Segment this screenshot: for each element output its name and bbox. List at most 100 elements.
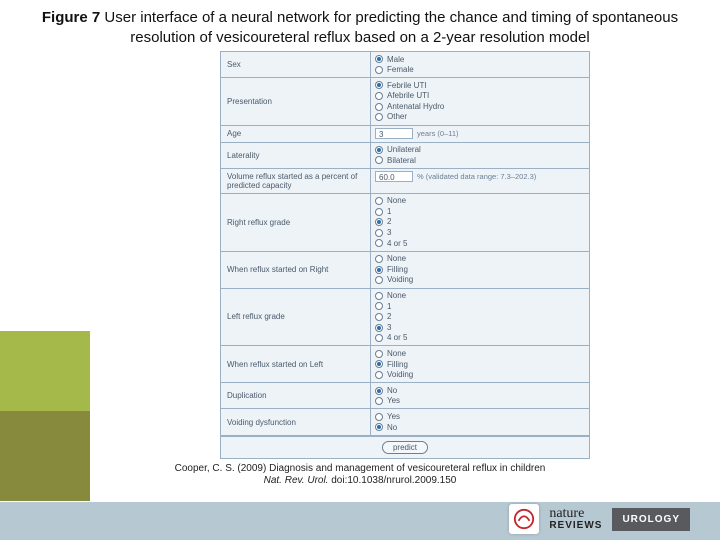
radio-option[interactable]: 4 or 5 — [375, 333, 585, 344]
radio-label: 2 — [387, 217, 391, 227]
radio-option[interactable]: 4 or 5 — [375, 238, 585, 249]
predict-button[interactable]: predict — [382, 441, 428, 454]
radio-icon[interactable] — [375, 292, 383, 300]
radio-option[interactable]: None — [375, 291, 585, 302]
form-row: Volume reflux started as a percent of pr… — [221, 169, 589, 194]
radio-option[interactable]: 1 — [375, 301, 585, 312]
radio-option[interactable]: 3 — [375, 322, 585, 333]
form-row: Age3 years (0–11) — [221, 126, 589, 143]
form-options: NoneFillingVoiding — [371, 252, 589, 288]
radio-icon[interactable] — [375, 255, 383, 263]
predict-row: predict — [221, 436, 589, 458]
form-label: Duplication — [221, 383, 371, 408]
radio-option[interactable]: None — [375, 196, 585, 207]
radio-option[interactable]: Bilateral — [375, 155, 585, 166]
radio-icon[interactable] — [375, 387, 383, 395]
radio-option[interactable]: None — [375, 254, 585, 265]
radio-icon[interactable] — [375, 92, 383, 100]
radio-option[interactable]: Yes — [375, 396, 585, 407]
radio-label: Yes — [387, 412, 400, 422]
citation-line1: Cooper, C. S. (2009) Diagnosis and manag… — [175, 463, 546, 474]
form-label: When reflux started on Right — [221, 252, 371, 288]
radio-label: None — [387, 196, 406, 206]
radio-icon[interactable] — [375, 397, 383, 405]
radio-icon[interactable] — [375, 266, 383, 274]
form-options: YesNo — [371, 409, 589, 434]
radio-icon[interactable] — [375, 350, 383, 358]
radio-option[interactable]: Afebrile UTI — [375, 91, 585, 102]
radio-option[interactable]: Female — [375, 65, 585, 76]
radio-icon[interactable] — [375, 103, 383, 111]
radio-icon[interactable] — [375, 81, 383, 89]
radio-option[interactable]: Yes — [375, 411, 585, 422]
form-label: Left reflux grade — [221, 289, 371, 346]
radio-label: Afebrile UTI — [387, 91, 429, 101]
radio-icon[interactable] — [375, 156, 383, 164]
radio-label: Yes — [387, 396, 400, 406]
radio-option[interactable]: Voiding — [375, 275, 585, 286]
radio-label: 4 or 5 — [387, 239, 407, 249]
text-input[interactable]: 60.0 — [375, 171, 413, 182]
radio-label: Filling — [387, 265, 408, 275]
radio-option[interactable]: 1 — [375, 206, 585, 217]
radio-icon[interactable] — [375, 371, 383, 379]
radio-icon[interactable] — [375, 113, 383, 121]
nature-text: nature REVIEWS — [549, 507, 602, 531]
citation-doi: doi:10.1038/nrurol.2009.150 — [328, 475, 456, 486]
radio-option[interactable]: None — [375, 348, 585, 359]
form-label: Voiding dysfunction — [221, 409, 371, 434]
radio-icon[interactable] — [375, 66, 383, 74]
form-row: PresentationFebrile UTIAfebrile UTIAnten… — [221, 78, 589, 125]
radio-icon[interactable] — [375, 360, 383, 368]
radio-option[interactable]: Voiding — [375, 370, 585, 381]
decor-green — [0, 331, 90, 411]
radio-icon[interactable] — [375, 276, 383, 284]
radio-icon[interactable] — [375, 302, 383, 310]
form-options: UnilateralBilateral — [371, 143, 589, 168]
radio-icon[interactable] — [375, 324, 383, 332]
radio-icon[interactable] — [375, 218, 383, 226]
radio-label: 4 or 5 — [387, 333, 407, 343]
radio-icon[interactable] — [375, 146, 383, 154]
radio-option[interactable]: Unilateral — [375, 145, 585, 156]
radio-icon[interactable] — [375, 423, 383, 431]
figure-caption: Figure 7 User interface of a neural netw… — [0, 0, 720, 51]
radio-icon[interactable] — [375, 197, 383, 205]
radio-label: Female — [387, 65, 414, 75]
radio-option[interactable]: Antenatal Hydro — [375, 101, 585, 112]
form-label: Sex — [221, 52, 371, 77]
radio-icon[interactable] — [375, 313, 383, 321]
form-row: When reflux started on RightNoneFillingV… — [221, 252, 589, 289]
radio-icon[interactable] — [375, 413, 383, 421]
radio-option[interactable]: Male — [375, 54, 585, 65]
radio-label: No — [387, 423, 397, 433]
radio-option[interactable]: Febrile UTI — [375, 80, 585, 91]
radio-label: Bilateral — [387, 156, 416, 166]
radio-option[interactable]: 3 — [375, 228, 585, 239]
form-panel: SexMaleFemalePresentationFebrile UTIAfeb… — [220, 51, 590, 459]
radio-icon[interactable] — [375, 239, 383, 247]
citation-journal: Nat. Rev. Urol. — [264, 475, 329, 486]
radio-label: Voiding — [387, 370, 413, 380]
radio-icon[interactable] — [375, 55, 383, 63]
radio-icon[interactable] — [375, 208, 383, 216]
form-row: Right reflux gradeNone1234 or 5 — [221, 194, 589, 252]
radio-option[interactable]: 2 — [375, 217, 585, 228]
form-row: Duplication NoYes — [221, 383, 589, 409]
radio-option[interactable]: 2 — [375, 312, 585, 323]
radio-option[interactable]: Other — [375, 112, 585, 123]
form-options: MaleFemale — [371, 52, 589, 77]
radio-label: Filling — [387, 360, 408, 370]
radio-label: 1 — [387, 207, 391, 217]
radio-icon[interactable] — [375, 229, 383, 237]
radio-option[interactable]: Filling — [375, 264, 585, 275]
radio-label: 3 — [387, 323, 391, 333]
radio-label: 1 — [387, 302, 391, 312]
radio-option[interactable]: No — [375, 422, 585, 433]
radio-option[interactable]: Filling — [375, 359, 585, 370]
form-options: Febrile UTIAfebrile UTIAntenatal HydroOt… — [371, 78, 589, 124]
radio-option[interactable]: No — [375, 385, 585, 396]
input-row: 60.0 % (validated data range: 7.3–202.3) — [375, 171, 585, 183]
text-input[interactable]: 3 — [375, 128, 413, 139]
radio-icon[interactable] — [375, 334, 383, 342]
